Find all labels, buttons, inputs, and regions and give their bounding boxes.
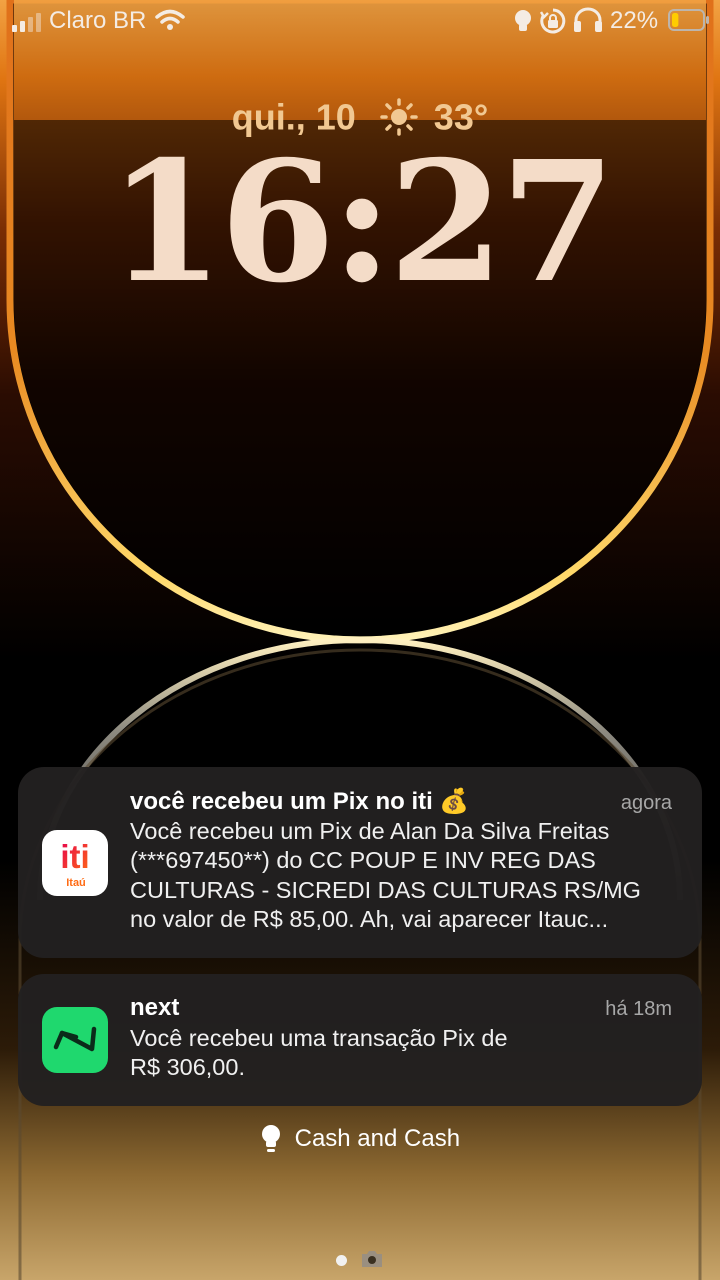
notification-next[interactable]: next há 18m Você recebeu uma transação P… [18,974,702,1106]
camera-icon[interactable] [360,1249,384,1269]
notification-body-line: CULTURAS - SICREDI DAS CULTURAS RS/MG [130,876,641,903]
notification-time: há 18m [605,998,672,1020]
headphones-icon [574,7,602,32]
iti-itau-app-icon: iti Itaú [42,830,108,896]
signal-icon [12,13,41,32]
page-indicator-dot [336,1255,347,1266]
iti-logo-text: iti [60,838,89,875]
notification-title: next [130,994,180,1021]
notification-body-line: no valor de R$ 85,00. Ah, vai aparecer I… [130,905,609,932]
itau-logo-text: Itaú [66,877,86,889]
notification-body-line: R$ 306,00. [130,1054,245,1081]
notification-body-line: Você recebeu um Pix de Alan Da Silva Fre… [130,818,610,844]
carrier-name: Claro BR [49,7,147,34]
notification-time: agora [620,792,672,814]
notification-body: Você recebeu uma transação Pix de R$ 306… [130,1024,508,1083]
next-app-icon [42,1007,108,1073]
lockscreen-clock[interactable]: 16:27 [0,140,720,306]
notification-body-line: Você recebeu uma transação Pix de [130,1025,508,1051]
notification-iti[interactable]: iti Itaú você recebeu um Pix no iti 💰 ag… [18,767,702,958]
lightbulb-icon [261,1125,280,1152]
focus-mode-label: Cash and Cash [294,1125,461,1152]
battery-percentage: 22% [610,7,659,34]
wifi-icon [155,9,185,30]
notification-body: Você recebeu um Pix de Alan Da Silva Fre… [130,817,641,934]
flashlight-icon [515,10,531,31]
focus-mode-indicator[interactable]: Cash and Cash [0,1124,720,1154]
rotation-lock-icon [540,8,566,34]
battery-icon [668,9,709,31]
notification-title: você recebeu um Pix no iti 💰 [130,788,470,815]
notification-body-line: (***697450**) do CC POUP E INV REG DAS [130,847,596,874]
status-bar: Claro BR 22% [0,0,720,44]
